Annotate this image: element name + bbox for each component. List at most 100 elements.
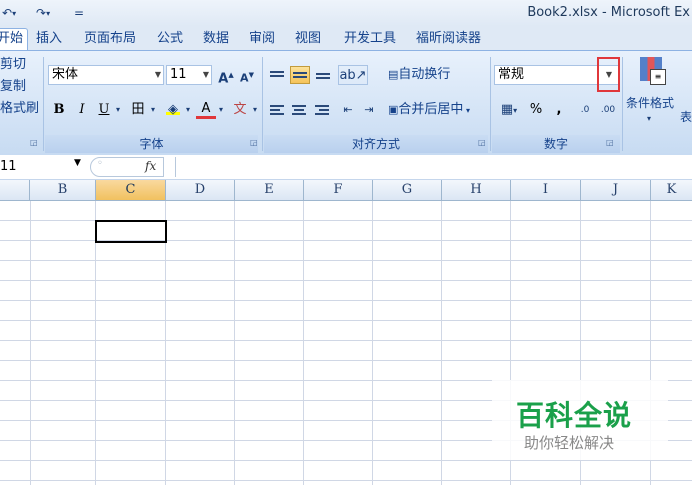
- grid-line: [0, 300, 692, 301]
- grid-line: [0, 480, 692, 481]
- phonetic-button[interactable]: 文: [230, 100, 250, 120]
- copy-button[interactable]: 复制: [0, 77, 26, 97]
- chevron-down-icon[interactable]: ▾: [113, 100, 123, 120]
- align-bottom-icon[interactable]: [314, 68, 332, 84]
- chevron-down-icon[interactable]: ▼: [203, 66, 209, 84]
- align-left-icon[interactable]: [268, 102, 286, 118]
- watermark-title: 百科全说: [516, 399, 633, 432]
- column-header-row: B C D E F G H I J K: [0, 180, 692, 201]
- highlight-box: [597, 57, 620, 92]
- ribbon-tabs: 开始 插入 页面布局 公式 数据 审阅 视图 开发工具 福昕阅读器: [0, 26, 692, 51]
- grid-line: [0, 360, 692, 361]
- format-painter-button[interactable]: 格式刷: [0, 99, 39, 119]
- italic-button[interactable]: I: [73, 100, 91, 120]
- formula-bar: 11 ▼ ◦ fx: [0, 155, 692, 180]
- format-as-table-button[interactable]: 表: [680, 107, 692, 127]
- redo-icon[interactable]: ↷ ▾: [36, 4, 50, 22]
- wrap-text-icon: ▤: [388, 68, 399, 81]
- wrap-text-button[interactable]: ▤自动换行: [388, 65, 450, 85]
- increase-indent-icon[interactable]: ⇥: [360, 100, 378, 120]
- chevron-down-icon[interactable]: ▼: [74, 158, 81, 168]
- watermark: 百科全说 助你轻松解决: [492, 380, 668, 460]
- align-right-icon[interactable]: [313, 102, 331, 118]
- chevron-down-icon[interactable]: ▾: [216, 100, 226, 120]
- merge-cells-icon: ▣: [388, 103, 399, 116]
- formula-input[interactable]: [175, 157, 692, 177]
- underline-button[interactable]: U: [95, 100, 113, 120]
- chevron-down-icon[interactable]: ▼: [155, 66, 161, 84]
- accounting-format-icon[interactable]: ▦▾: [496, 100, 522, 120]
- grow-font-button[interactable]: A▲: [217, 65, 235, 86]
- shrink-font-button[interactable]: A▼: [238, 65, 256, 85]
- alignment-launcher-icon[interactable]: ◲: [478, 138, 486, 147]
- tab-insert[interactable]: 插入: [32, 29, 66, 49]
- percent-button[interactable]: %: [528, 100, 544, 120]
- font-color-button[interactable]: A: [196, 100, 216, 119]
- insert-function-icon[interactable]: fx: [145, 159, 156, 173]
- bold-button[interactable]: B: [50, 100, 68, 120]
- clipboard-launcher-icon[interactable]: ◲: [30, 138, 38, 147]
- cut-button[interactable]: 剪切: [0, 55, 26, 75]
- font-launcher-icon[interactable]: ◲: [250, 138, 258, 147]
- tab-data[interactable]: 数据: [199, 29, 233, 49]
- tab-home[interactable]: 开始: [0, 28, 29, 51]
- grid-line: [0, 280, 692, 281]
- align-center-icon[interactable]: [290, 102, 308, 118]
- tab-review[interactable]: 审阅: [245, 29, 279, 49]
- comma-button[interactable]: ,: [552, 100, 566, 120]
- tab-page-layout[interactable]: 页面布局: [80, 29, 140, 49]
- column-header-i[interactable]: I: [511, 180, 581, 200]
- undo-icon[interactable]: ↶ ▾: [2, 4, 16, 22]
- number-group-label: 数字: [492, 135, 620, 153]
- active-cell[interactable]: [95, 220, 167, 243]
- increase-decimal-button[interactable]: .0: [575, 100, 595, 120]
- tab-view[interactable]: 视图: [291, 29, 325, 49]
- grid-line: [372, 201, 373, 485]
- formula-toolbar: ◦ fx: [90, 157, 164, 177]
- chevron-down-icon[interactable]: ▾: [250, 100, 260, 120]
- watermark-subtitle: 助你轻松解决: [524, 434, 615, 452]
- align-top-icon[interactable]: [268, 66, 286, 82]
- font-size-combo[interactable]: 11 ▼: [166, 65, 212, 85]
- grid-line: [95, 201, 96, 485]
- merge-center-button[interactable]: ▣合并后居中 ▾: [388, 100, 470, 120]
- grid-line: [30, 201, 31, 485]
- group-separator: [490, 57, 491, 151]
- ribbon: 剪切 复制 格式刷 ◲ 宋体 ▼ 11 ▼ A▲ A▼ B I U ▾ 田 ▾ …: [0, 50, 692, 156]
- fill-color-button[interactable]: ◈: [163, 100, 183, 120]
- qat-customize-icon[interactable]: =: [74, 4, 84, 22]
- font-size-value: 11: [170, 67, 187, 82]
- column-header-b[interactable]: B: [30, 180, 96, 200]
- number-launcher-icon[interactable]: ◲: [606, 138, 614, 147]
- tab-formulas[interactable]: 公式: [153, 29, 187, 49]
- name-box[interactable]: 11: [0, 158, 84, 176]
- orientation-icon[interactable]: ab↗: [338, 65, 368, 85]
- row-header-corner[interactable]: [0, 180, 30, 200]
- decrease-indent-icon[interactable]: ⇤: [339, 100, 357, 120]
- window-title: Book2.xlsx - Microsoft Ex: [527, 5, 690, 20]
- align-middle-icon[interactable]: [290, 66, 310, 84]
- tab-developer[interactable]: 开发工具: [340, 29, 400, 49]
- column-header-j[interactable]: J: [581, 180, 651, 200]
- column-header-h[interactable]: H: [442, 180, 511, 200]
- chevron-down-icon[interactable]: ▾: [644, 109, 654, 129]
- font-name-value: 宋体: [52, 67, 79, 82]
- grid-line: [0, 460, 692, 461]
- column-header-k[interactable]: K: [651, 180, 692, 200]
- grid-line: [0, 340, 692, 341]
- conditional-format-icon[interactable]: ≡: [636, 55, 666, 85]
- chevron-down-icon[interactable]: ▾: [183, 100, 193, 120]
- alignment-group-label: 对齐方式: [264, 135, 488, 153]
- chevron-down-icon[interactable]: ▾: [148, 100, 158, 120]
- border-button[interactable]: 田: [128, 100, 148, 120]
- column-header-f[interactable]: F: [304, 180, 373, 200]
- column-header-g[interactable]: G: [373, 180, 442, 200]
- formula-separator-icon: ◦: [97, 158, 103, 169]
- tab-foxit-reader[interactable]: 福昕阅读器: [412, 29, 485, 49]
- column-header-e[interactable]: E: [235, 180, 304, 200]
- column-header-d[interactable]: D: [166, 180, 235, 200]
- column-header-c[interactable]: C: [96, 180, 166, 200]
- font-name-combo[interactable]: 宋体 ▼: [48, 65, 164, 85]
- decrease-decimal-button[interactable]: .00: [598, 100, 618, 120]
- group-separator: [262, 57, 263, 151]
